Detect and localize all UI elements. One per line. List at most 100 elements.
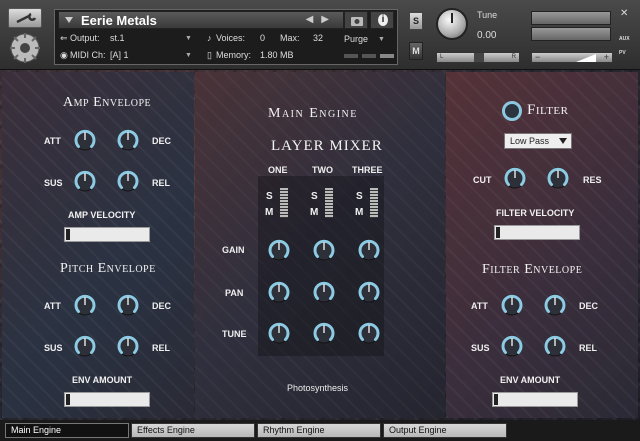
tune-value[interactable]: 0.00 [477,30,496,41]
pitch-attack-knob[interactable] [73,293,97,317]
pitch-env-amount-slider[interactable] [64,392,150,407]
volume-slider[interactable]: − + [531,52,613,63]
pitch-rel-label: REL [152,343,170,353]
max-label: Max: [280,33,300,43]
amp-velocity-slider[interactable] [64,227,150,242]
filter-env-release-knob[interactable] [543,334,567,358]
filter-cut-label: CUT [473,175,492,185]
max-voices-value[interactable]: 32 [313,33,323,43]
slider-handle[interactable] [496,227,500,238]
midi-channel-value[interactable]: [A] 1 [110,50,129,60]
pan-left-label: L [440,54,444,60]
pitch-decay-knob[interactable] [116,293,140,317]
layer2-tune-knob[interactable] [312,321,336,345]
slider-handle[interactable] [66,394,70,405]
info-icon[interactable]: i [370,11,394,29]
pitch-dec-label: DEC [152,301,172,311]
prev-next-arrows-icon[interactable]: ◀▶ [306,14,337,25]
purge-button[interactable]: Purge [344,34,368,44]
filter-velocity-slider[interactable] [494,225,580,240]
layer3-meter [370,188,378,218]
collapse-triangle-icon[interactable] [65,17,73,23]
tab-output-engine[interactable]: Output Engine [383,423,507,438]
amp-decay-knob[interactable] [116,128,140,152]
filter-resonance-knob[interactable] [546,166,570,190]
purge-meter-2 [362,54,376,58]
volume-plus[interactable]: + [604,52,609,62]
instrument-name-bar[interactable]: Eerie Metals ◀▶ [58,11,344,29]
filter-power-button[interactable] [502,101,522,121]
layer2-gain-knob[interactable] [312,238,336,262]
purge-meter-1 [344,54,358,58]
instrument-name: Eerie Metals [81,13,157,28]
layer2-solo-button[interactable]: S [311,191,318,202]
level-meter-left [531,11,611,25]
amp-attack-knob[interactable] [73,128,97,152]
filter-dec-label: DEC [579,301,599,311]
filter-title: Filter [527,102,569,118]
filter-env-attack-knob[interactable] [500,293,524,317]
chevron-down-icon [559,138,567,144]
tab-rhythm-engine[interactable]: Rhythm Engine [257,423,381,438]
amp-dec-label: DEC [152,136,172,146]
left-panel [2,72,194,418]
layer1-meter [280,188,288,218]
tune-row-label: TUNE [222,329,247,339]
right-panel [446,72,638,418]
layer1-solo-button[interactable]: S [266,191,273,202]
output-dropdown-icon[interactable]: ▼ [185,35,192,42]
layer3-tune-knob[interactable] [357,321,381,345]
slider-handle[interactable] [494,394,498,405]
memory-label: Memory: [216,50,252,60]
camera-icon[interactable] [344,11,368,29]
tab-effects-engine[interactable]: Effects Engine [131,423,255,438]
pitch-release-knob[interactable] [116,334,140,358]
solo-button[interactable]: S [409,12,423,30]
layer1-pan-knob[interactable] [267,280,291,304]
tune-knob[interactable] [436,8,468,40]
close-icon[interactable]: ✕ [620,8,628,19]
filter-env-sustain-knob[interactable] [500,334,524,358]
amp-sustain-knob[interactable] [73,169,97,193]
column-one-label: ONE [268,165,288,175]
amp-envelope-title: Amp Envelope [63,95,152,110]
layer1-mute-button[interactable]: M [265,207,273,218]
voices-icon: ♪ [207,33,212,43]
purge-dropdown-icon[interactable]: ▼ [378,36,385,43]
volume-minus[interactable]: − [535,52,540,62]
wrench-icon[interactable] [8,8,42,28]
amp-release-knob[interactable] [116,169,140,193]
filter-env-decay-knob[interactable] [543,293,567,317]
filter-rel-label: REL [579,343,597,353]
layer3-pan-knob[interactable] [357,280,381,304]
pv-button[interactable]: PV [619,50,626,56]
pitch-sustain-knob[interactable] [73,334,97,358]
filter-velocity-label: FILTER VELOCITY [496,208,575,218]
output-value[interactable]: st.1 [110,33,125,43]
voices-label: Voices: [216,33,246,43]
midi-icon: ◉ [60,50,68,60]
mute-button[interactable]: M [409,42,423,60]
filter-type-dropdown[interactable]: Low Pass [504,133,572,149]
layer3-mute-button[interactable]: M [355,207,363,218]
tune-label: Tune [477,10,498,20]
filter-cutoff-knob[interactable] [503,166,527,190]
filter-res-label: RES [583,175,602,185]
layer1-gain-knob[interactable] [267,238,291,262]
layer3-solo-button[interactable]: S [356,191,363,202]
pan-handle[interactable] [474,53,484,62]
saw-blade-icon [10,33,40,63]
layer2-mute-button[interactable]: M [310,207,318,218]
layer1-tune-knob[interactable] [267,321,291,345]
pitch-envelope-title: Pitch Envelope [60,261,156,276]
pan-right-label: R [511,54,516,60]
aux-button[interactable]: AUX [619,36,630,42]
layer2-pan-knob[interactable] [312,280,336,304]
layer3-gain-knob[interactable] [357,238,381,262]
pan-slider[interactable]: L R [436,52,520,63]
memory-value: 1.80 MB [260,50,294,60]
midi-dropdown-icon[interactable]: ▼ [185,52,192,59]
filter-env-amount-slider[interactable] [492,392,578,407]
slider-handle[interactable] [66,229,70,240]
tab-main-engine[interactable]: Main Engine [5,423,129,438]
